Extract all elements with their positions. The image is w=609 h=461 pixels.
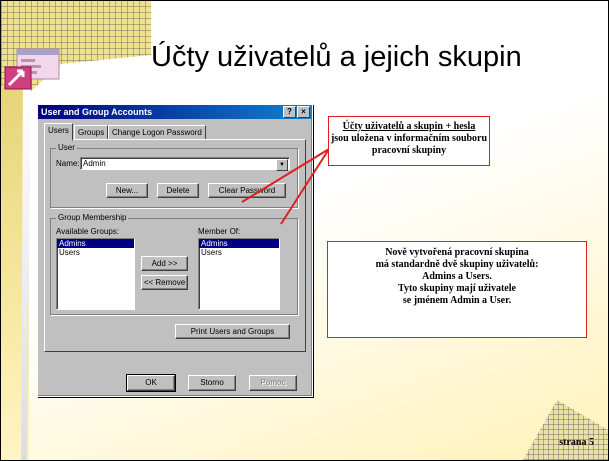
user-groupbox: User Name: Admin ▼ New... Delete Clear P… xyxy=(50,143,298,208)
groups-note-line: Tyto skupiny mají uživatele xyxy=(398,283,516,294)
tab-groups[interactable]: Groups xyxy=(74,125,109,140)
available-groups-list[interactable]: Admins Users xyxy=(56,238,135,310)
user-group-accounts-dialog: User and Group Accounts ? × Users Groups… xyxy=(37,104,313,397)
groups-note-line: Nově vytvořená pracovní skupina xyxy=(385,247,529,258)
member-of-label: Member Of: xyxy=(198,227,241,236)
groups-note-line: se jménem Admin a User. xyxy=(402,295,512,306)
name-value: Admin xyxy=(83,159,106,168)
available-group-users[interactable]: Users xyxy=(57,248,134,257)
groups-note: Nově vytvořená pracovní skupina má stand… xyxy=(327,241,587,338)
print-users-groups-button[interactable]: Print Users and Groups xyxy=(175,324,290,339)
storage-note: Účty uživatelů a skupin + hesla jsou ulo… xyxy=(328,116,490,166)
name-dropdown[interactable]: Admin ▼ xyxy=(80,157,290,171)
dialog-titlebar[interactable]: User and Group Accounts ? × xyxy=(38,105,312,119)
access-app-icon xyxy=(4,48,60,90)
tab-users[interactable]: Users xyxy=(44,123,73,141)
ok-button[interactable]: OK xyxy=(126,374,176,392)
cancel-button[interactable]: Storno xyxy=(188,375,236,391)
dialog-title: User and Group Accounts xyxy=(41,107,153,117)
groups-note-line: má standardně dvě skupiny uživatelů: xyxy=(375,259,539,270)
tab-change-logon-password[interactable]: Change Logon Password xyxy=(108,125,206,140)
help-button[interactable]: Pomoc xyxy=(249,375,297,391)
group-membership-groupbox: Group Membership Available Groups: Admin… xyxy=(50,213,298,315)
help-title-button[interactable]: ? xyxy=(283,106,296,118)
member-of-users[interactable]: Users xyxy=(199,248,279,257)
new-user-button[interactable]: New... xyxy=(106,183,148,198)
add-group-button[interactable]: Add >> xyxy=(141,256,188,271)
close-title-button[interactable]: × xyxy=(297,106,310,118)
storage-note-title: Účty uživatelů a skupin + hesla xyxy=(342,121,476,132)
chevron-down-icon[interactable]: ▼ xyxy=(276,159,288,171)
page-number: strana 5 xyxy=(559,437,594,448)
slide: Účty uživatelů a jejich skupin User and … xyxy=(0,0,609,461)
slide-title: Účty uživatelů a jejich skupin xyxy=(151,41,522,73)
member-of-list[interactable]: Admins Users xyxy=(198,238,280,310)
available-group-admins[interactable]: Admins xyxy=(57,239,134,248)
group-membership-label: Group Membership xyxy=(56,213,129,222)
available-groups-label: Available Groups: xyxy=(56,227,119,236)
users-tab-panel: User Name: Admin ▼ New... Delete Clear P… xyxy=(44,139,306,352)
name-label: Name: xyxy=(56,159,80,168)
clear-password-button[interactable]: Clear Password xyxy=(208,183,286,198)
delete-user-button[interactable]: Delete xyxy=(157,183,199,198)
groups-note-line: Admins a Users. xyxy=(422,271,492,282)
storage-note-body: jsou uložena v informačním souboru praco… xyxy=(330,133,488,156)
member-of-admins[interactable]: Admins xyxy=(199,239,279,248)
remove-group-button[interactable]: << Remove xyxy=(141,275,188,290)
user-group-label: User xyxy=(56,143,77,152)
grid-decoration-bottom-right xyxy=(523,400,608,460)
